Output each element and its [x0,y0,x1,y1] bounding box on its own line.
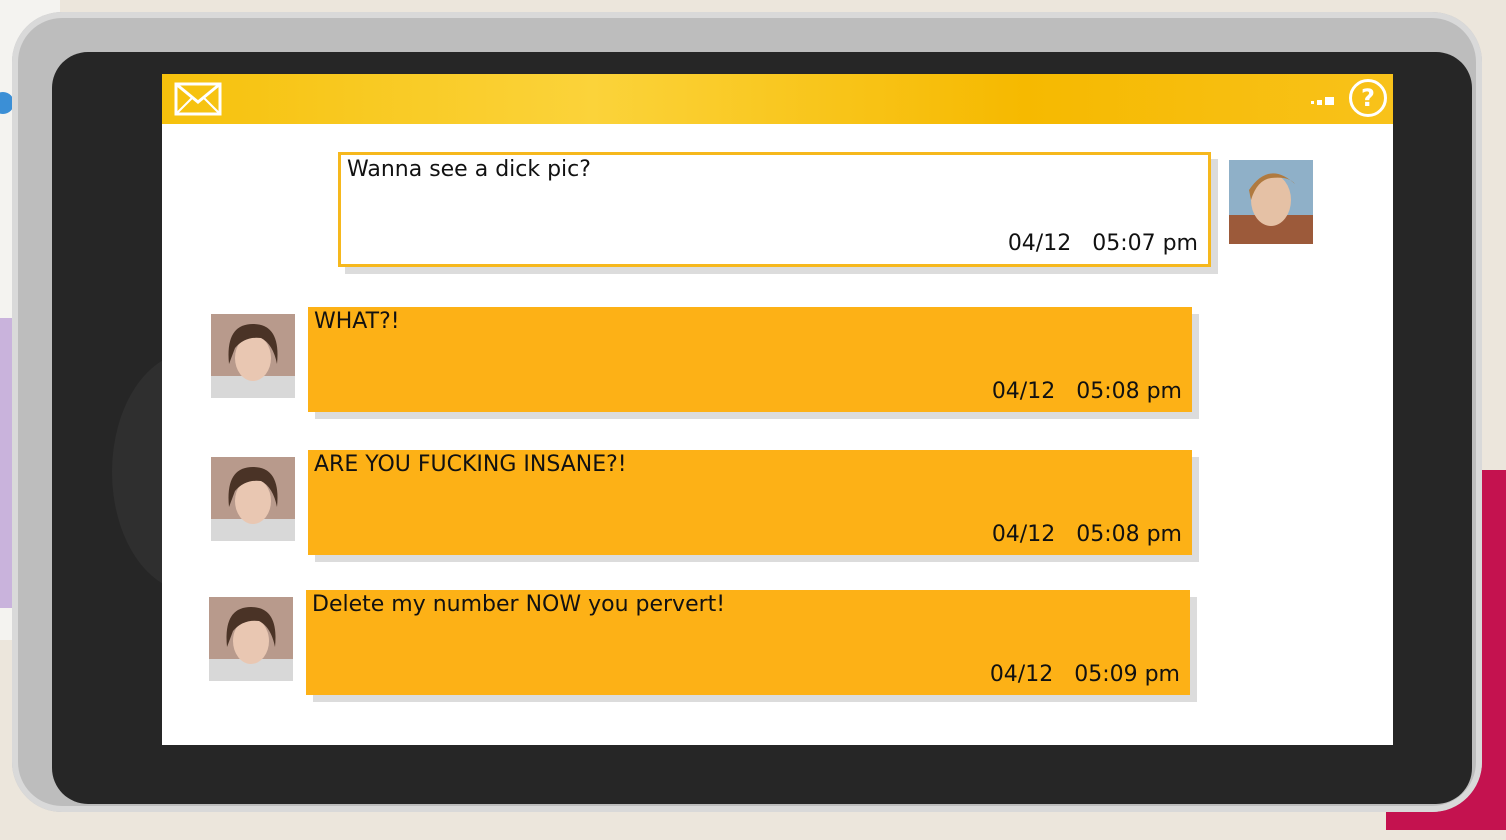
messages-header-bar: ? [162,74,1393,124]
message-bubble: ARE YOU FUCKING INSANE?! 04/12 05:08 pm [308,450,1192,555]
message-text: Wanna see a dick pic? [347,157,591,182]
player-avatar [211,314,295,398]
message-bubble: Wanna see a dick pic? 04/12 05:07 pm [338,152,1211,267]
message-timestamp: 04/12 05:07 pm [1007,231,1198,256]
message-bubble: WHAT?! 04/12 05:08 pm [308,307,1192,412]
message-text: ARE YOU FUCKING INSANE?! [314,452,627,477]
player-avatar [211,457,295,541]
envelope-icon[interactable] [174,82,222,116]
contact-avatar [1229,160,1313,244]
message-bubble: Delete my number NOW you pervert! 04/12 … [306,590,1190,695]
player-avatar [209,597,293,681]
message-text: Delete my number NOW you pervert! [312,592,726,617]
help-icon[interactable]: ? [1349,79,1387,117]
signal-icon [1311,92,1341,105]
message-timestamp: 04/12 05:09 pm [989,662,1180,687]
message-timestamp: 04/12 05:08 pm [991,522,1182,547]
message-timestamp: 04/12 05:08 pm [991,379,1182,404]
message-text: WHAT?! [314,309,400,334]
messages-screen: ? Wanna see a dick pic? 04/12 05:07 pm W… [162,74,1393,745]
